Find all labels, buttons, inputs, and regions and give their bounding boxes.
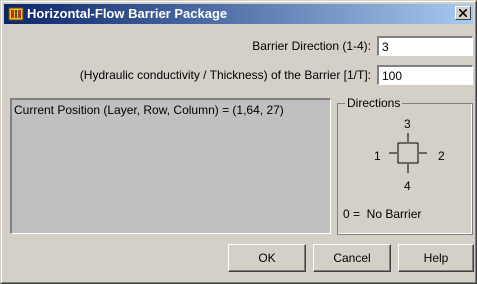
current-position-text: Current Position (Layer, Row, Column) = … [14, 103, 284, 117]
cancel-button[interactable]: Cancel [313, 244, 391, 272]
direction-diagram [389, 133, 427, 173]
window-title: Horizontal-Flow Barrier Package [27, 6, 228, 21]
current-position-panel: Current Position (Layer, Row, Column) = … [10, 98, 331, 234]
dialog-window: Horizontal-Flow Barrier Package Barrier … [0, 0, 477, 284]
direction-4-label: 4 [404, 179, 411, 193]
barrier-direction-input[interactable]: 3 [377, 36, 473, 56]
directions-legend: Directions [345, 96, 403, 110]
conductivity-input[interactable]: 100 [377, 65, 473, 85]
app-icon [8, 7, 24, 21]
close-button[interactable] [455, 6, 471, 20]
ok-button[interactable]: OK [228, 244, 306, 272]
barrier-direction-value: 3 [382, 40, 389, 54]
ok-button-label: OK [258, 251, 276, 265]
title-bar[interactable]: Horizontal-Flow Barrier Package [4, 4, 473, 24]
no-barrier-note: 0 = No Barrier [343, 207, 422, 221]
close-icon [459, 9, 467, 17]
cancel-button-label: Cancel [333, 251, 371, 265]
help-button[interactable]: Help [398, 244, 474, 272]
conductivity-value: 100 [382, 69, 403, 83]
direction-1-label: 1 [374, 149, 381, 163]
cell-square [397, 142, 419, 164]
barrier-direction-label: Barrier Direction (1-4): [252, 39, 371, 53]
conductivity-label: (Hydraulic conductivity / Thickness) of … [79, 68, 371, 82]
help-button-label: Help [423, 251, 449, 265]
